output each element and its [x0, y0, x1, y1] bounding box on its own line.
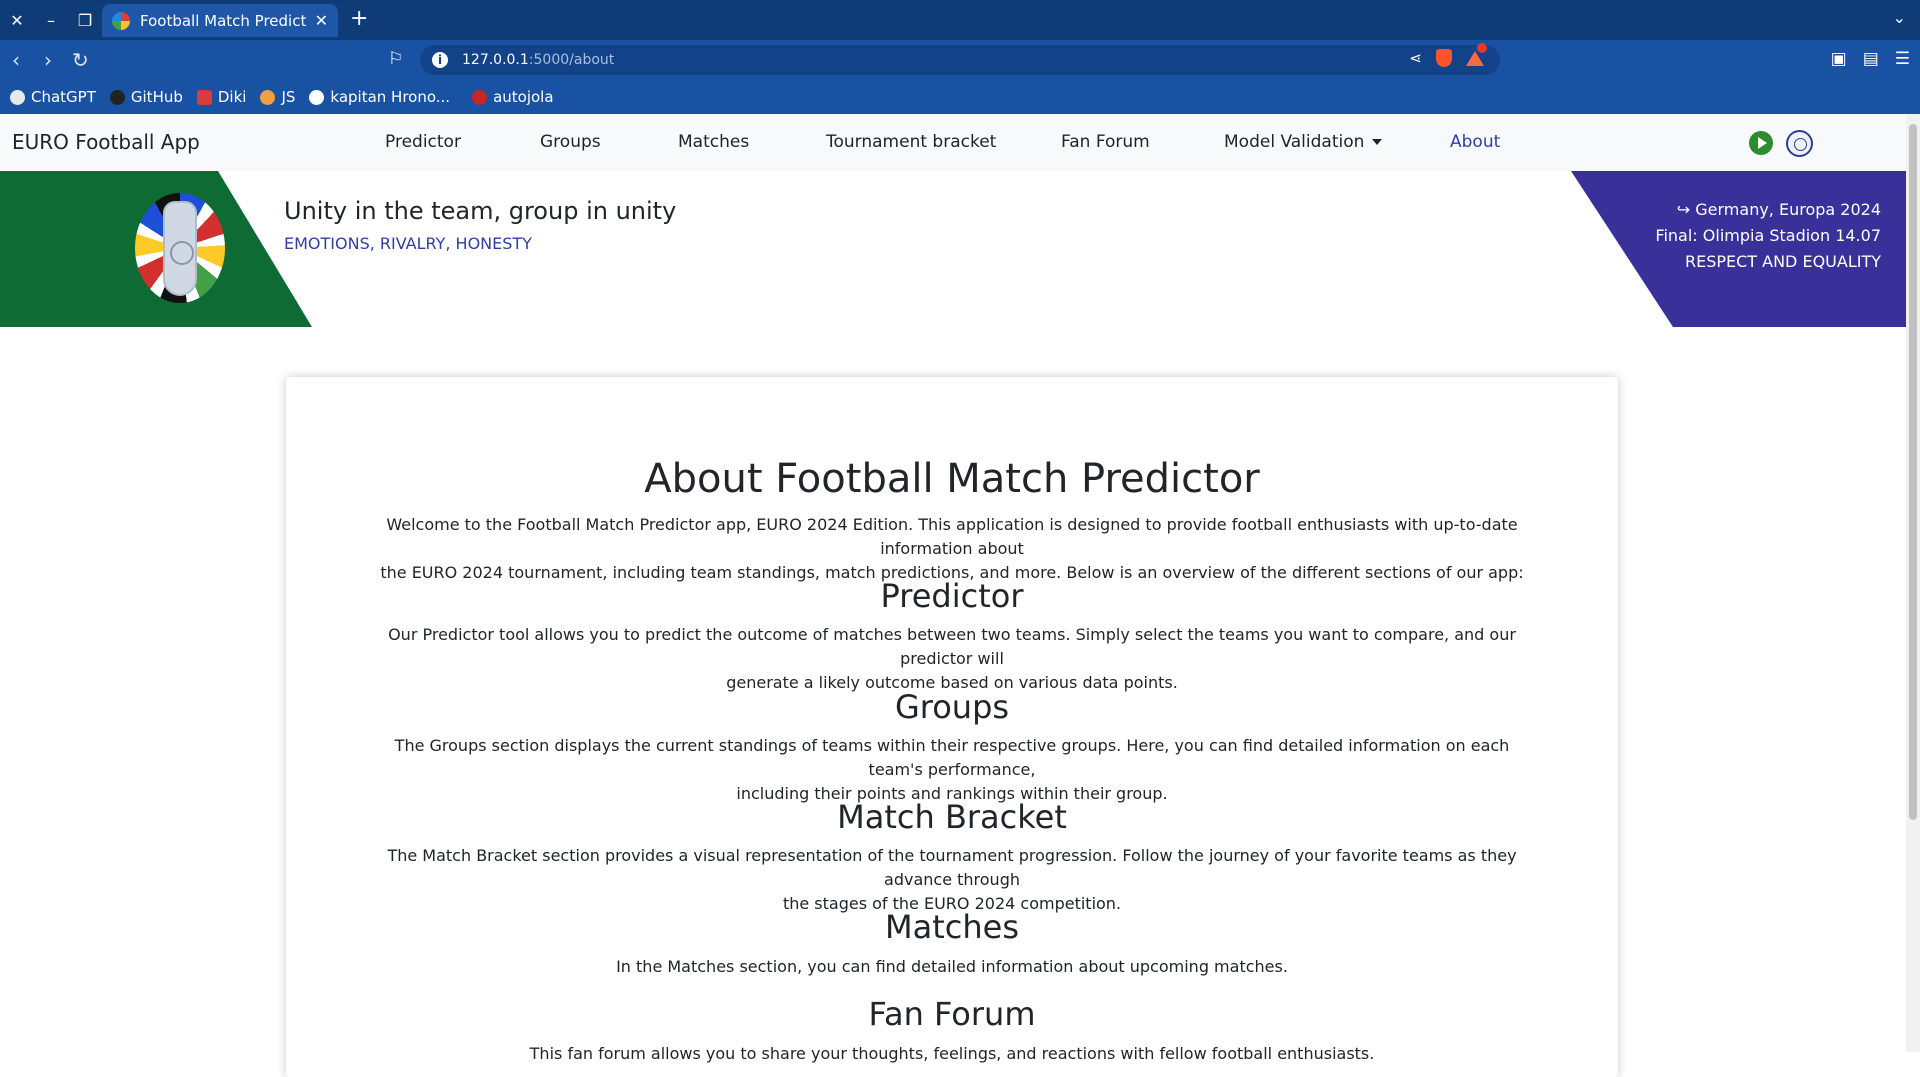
section-title-match-bracket: Match Bracket: [837, 798, 1067, 836]
event-final: Final: Olimpia Stadion 14.07: [1655, 226, 1881, 245]
dropdown-caret-icon: [1372, 139, 1383, 145]
brand[interactable]: EURO Football App: [12, 130, 200, 154]
diki-icon: [196, 89, 212, 105]
autojola-icon: [472, 89, 488, 105]
brave-shields-icon[interactable]: [1436, 49, 1452, 67]
section-title-fan-forum: Fan Forum: [868, 995, 1036, 1033]
hero-banner: Unity in the team, group in unity EMOTIO…: [0, 171, 1906, 327]
bookmark-chatgpt[interactable]: ChatGPT: [10, 88, 96, 106]
nav-model-validation[interactable]: Model Validation: [1224, 132, 1383, 152]
event-location: ↪ Germany, Europa 2024: [1676, 200, 1881, 219]
address-bar[interactable]: i 127.0.0.1:5000/about ⋖: [420, 42, 1500, 75]
brave-rewards-icon[interactable]: [1466, 42, 1487, 66]
browser-tab-strip: ✕ – ❐ Football Match Predictor ✕ + ⌄: [0, 0, 1920, 40]
menu-icon[interactable]: ☰: [1895, 49, 1910, 69]
page-scrollbar[interactable]: [1906, 114, 1920, 1052]
trophy-cup-icon: [163, 201, 197, 296]
share-icon[interactable]: ⋖: [1409, 49, 1422, 67]
window-close-icon[interactable]: ✕: [0, 0, 34, 40]
nav-about[interactable]: About: [1450, 132, 1500, 152]
scrollbar-thumb[interactable]: [1909, 124, 1917, 820]
nav-matches[interactable]: Matches: [678, 132, 749, 152]
window-restore-icon[interactable]: ❐: [68, 0, 102, 40]
play-icon[interactable]: [1749, 131, 1773, 155]
bookmark-js[interactable]: JS: [260, 88, 295, 106]
site-info-icon[interactable]: i: [432, 52, 448, 68]
wallet-icon[interactable]: ▤: [1863, 49, 1879, 69]
window-minimize-icon[interactable]: –: [34, 0, 68, 40]
banner-title: Unity in the team, group in unity: [284, 197, 677, 225]
chatgpt-icon: [10, 89, 25, 105]
section-text-fan-forum: This fan forum allows you to share your …: [529, 1044, 1375, 1063]
bookmark-diki[interactable]: Diki: [196, 88, 246, 106]
event-motto: RESPECT AND EQUALITY: [1684, 252, 1881, 271]
tab-search-chevron-icon[interactable]: ⌄: [1893, 8, 1906, 27]
section-title-groups: Groups: [894, 688, 1010, 726]
back-icon[interactable]: ‹: [12, 48, 20, 72]
banner-subtitle: EMOTIONS, RIVALRY, HONESTY: [284, 234, 532, 253]
new-tab-icon[interactable]: +: [350, 6, 368, 31]
bookmark-page-icon[interactable]: ⚐: [388, 49, 403, 69]
section-title-predictor: Predictor: [880, 577, 1024, 615]
section-text-groups: The Groups section displays the current …: [394, 736, 1510, 803]
notification-badge: [1477, 42, 1487, 53]
bookmarks-bar: ChatGPT GitHub Diki JS kapitan Hrono... …: [0, 80, 1920, 114]
nav-fan-forum[interactable]: Fan Forum: [1061, 132, 1150, 152]
js-icon: [260, 89, 276, 105]
tab-title: Football Match Predictor: [140, 11, 307, 30]
app-navbar: EURO Football App Predictor Groups Match…: [0, 114, 1906, 171]
bookmark-autojola[interactable]: autojola: [472, 88, 554, 106]
section-text-matches: In the Matches section, you can find det…: [616, 957, 1288, 976]
browser-toolbar: ‹ › ↻ ⚐ i 127.0.0.1:5000/about ⋖ ▣ ▤ ☰: [0, 40, 1920, 80]
section-text-predictor: Our Predictor tool allows you to predict…: [388, 625, 1516, 692]
globe-icon: [309, 89, 325, 105]
bookmark-kapitan[interactable]: kapitan Hrono...: [309, 88, 450, 106]
nav-tournament-bracket[interactable]: Tournament bracket: [826, 132, 996, 152]
tab-close-icon[interactable]: ✕: [315, 11, 328, 30]
github-icon: [109, 89, 125, 105]
section-title-matches: Matches: [885, 908, 1019, 946]
reload-icon[interactable]: ↻: [72, 48, 89, 72]
intro-paragraph: Welcome to the Football Match Predictor …: [380, 515, 1524, 582]
tab-favicon-icon: [112, 11, 130, 30]
banner-event-info: ↪ Germany, Europa 2024 Final: Olimpia St…: [1655, 197, 1881, 275]
browser-tab[interactable]: Football Match Predictor ✕: [102, 4, 338, 37]
nav-predictor[interactable]: Predictor: [385, 132, 461, 152]
page-title: About Football Match Predictor: [644, 456, 1260, 502]
sidebar-icon[interactable]: ▣: [1831, 49, 1847, 69]
forward-icon[interactable]: ›: [44, 48, 52, 72]
bookmark-github[interactable]: GitHub: [109, 88, 183, 106]
uefa-logo-icon[interactable]: [1786, 130, 1813, 157]
section-text-match-bracket: The Match Bracket section provides a vis…: [387, 846, 1517, 913]
address-url[interactable]: 127.0.0.1:5000/about: [462, 52, 614, 68]
nav-groups[interactable]: Groups: [540, 132, 601, 152]
about-card: About Football Match Predictor Welcome t…: [286, 377, 1618, 1077]
